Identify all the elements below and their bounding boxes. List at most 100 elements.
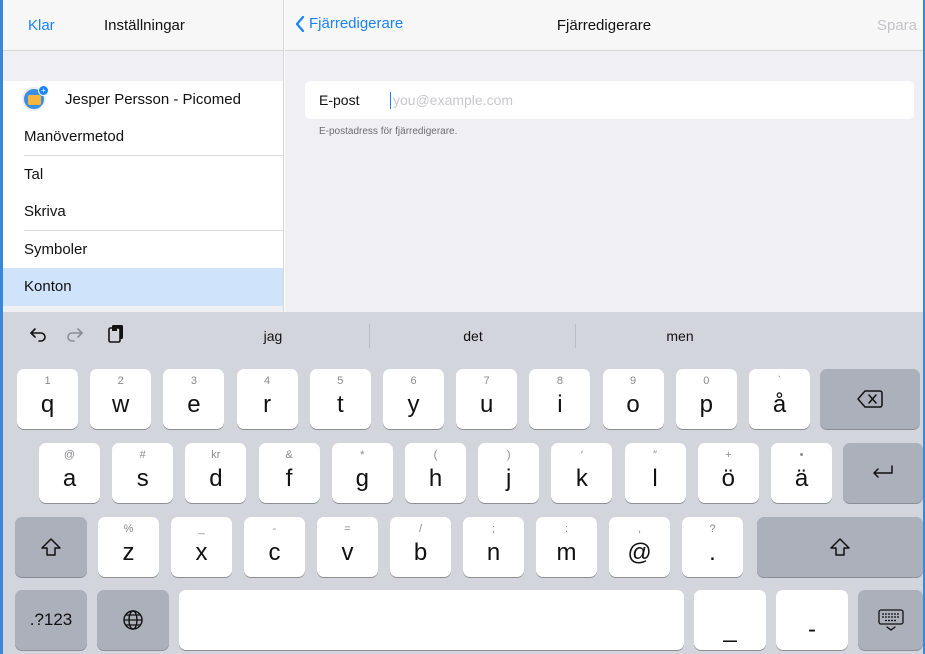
key-q[interactable]: 1q: [17, 369, 78, 429]
key-u[interactable]: 7u: [456, 369, 518, 429]
suggestion-1[interactable]: jag: [203, 328, 343, 344]
email-field[interactable]: [393, 90, 873, 110]
key-alt-label: ,: [637, 523, 642, 535]
key-o[interactable]: 9o: [602, 369, 664, 429]
numbers-key-label: .?123: [29, 610, 73, 629]
key-y[interactable]: 6y: [383, 369, 444, 429]
key-alt-label: :: [564, 523, 569, 535]
underscore-key[interactable]: _: [694, 590, 766, 650]
save-button[interactable]: Spara: [877, 17, 917, 34]
email-row: E-post: [305, 81, 914, 119]
key-m[interactable]: :m: [536, 517, 597, 577]
sidebar-item-manovermetod[interactable]: Manövermetod: [3, 118, 283, 156]
key-p[interactable]: 0p: [675, 369, 737, 429]
email-hint: E-postadress för fjärredigerare.: [319, 126, 458, 137]
sidebar-item-label: Konton: [24, 278, 72, 295]
onscreen-keyboard: jag det men 1 q 2 w 3 e 4 r 5 t 6 y 7 u 8 i 9 o 0 p ` å @ a # s k…: [3, 312, 923, 654]
space-key[interactable]: [179, 590, 684, 650]
key-label: ö: [721, 465, 735, 492]
sidebar-item-skriva[interactable]: Skriva: [3, 193, 283, 231]
key-alt-label: ): [506, 449, 511, 461]
key-alt-label: 0: [703, 375, 710, 387]
key-label: p: [699, 391, 713, 418]
key-alt-label: +: [725, 449, 732, 461]
suggestion-2[interactable]: det: [403, 328, 543, 344]
key-x[interactable]: _ x: [171, 517, 232, 577]
numbers-key[interactable]: .?123: [15, 590, 87, 650]
key-g[interactable]: * g: [331, 443, 393, 503]
key-.[interactable]: ?.: [682, 517, 743, 577]
backspace-key[interactable]: [820, 369, 920, 429]
sidebar-item-tal[interactable]: Tal: [3, 156, 283, 194]
key-k[interactable]: ′ k: [551, 443, 613, 503]
key-i[interactable]: 8i: [529, 369, 591, 429]
key-r[interactable]: 4r: [236, 369, 298, 429]
key-alt-label: ″: [653, 449, 658, 461]
account-avatar-icon: +: [22, 85, 49, 111]
globe-icon: [123, 610, 143, 630]
key-label: g: [355, 465, 369, 492]
hide-keyboard-icon: [877, 609, 904, 631]
sidebar-title: Inställningar: [104, 17, 185, 34]
key-d[interactable]: kr d: [185, 443, 247, 503]
hide-keyboard-key[interactable]: [858, 590, 923, 650]
key-t[interactable]: 5t: [309, 369, 371, 429]
key-label: a: [62, 465, 77, 492]
done-button[interactable]: Klar: [28, 17, 55, 34]
key-label: u: [480, 391, 494, 418]
sidebar-item-label: Manövermetod: [24, 128, 125, 145]
dash-key[interactable]: -: [776, 590, 848, 650]
sidebar-item-konton[interactable]: Konton: [3, 268, 283, 306]
email-label: E-post: [319, 92, 360, 108]
key-c[interactable]: -c: [244, 517, 305, 577]
key-alt-label: `: [777, 375, 782, 387]
key-alt-label: %: [123, 523, 134, 535]
sidebar-item-symboler[interactable]: Symboler: [3, 231, 283, 269]
key-label: n: [486, 539, 501, 566]
key-label: w: [112, 391, 130, 418]
undo-icon[interactable]: [29, 326, 47, 342]
globe-key[interactable]: [97, 590, 169, 650]
key-@[interactable]: , @: [609, 517, 670, 577]
key-label: .: [709, 539, 716, 566]
key-alt-label: •: [799, 449, 804, 461]
key-å[interactable]: ` å: [749, 369, 810, 429]
suggestion-3[interactable]: men: [610, 328, 750, 344]
key-j[interactable]: ) j: [478, 443, 540, 503]
key-label: r: [263, 391, 272, 418]
key-s[interactable]: # s: [112, 443, 174, 503]
key-alt-label: kr: [211, 449, 221, 461]
key-a[interactable]: @ a: [39, 443, 100, 503]
key-alt-label: &: [285, 449, 293, 461]
key-e[interactable]: 3e: [163, 369, 225, 429]
key-label: l: [652, 465, 658, 492]
sidebar-item-label: Skriva: [24, 203, 66, 220]
key-label: o: [626, 391, 640, 418]
key-label: i: [557, 391, 563, 418]
key-f[interactable]: & f: [258, 443, 320, 503]
key-ä[interactable]: • ä: [771, 443, 832, 503]
shift-left-key[interactable]: [15, 517, 87, 577]
key-label: y: [407, 391, 420, 418]
key-ö[interactable]: + ö: [697, 443, 759, 503]
key-w[interactable]: 2w: [90, 369, 152, 429]
key-alt-label: *: [360, 449, 365, 461]
account-cell[interactable]: + Jesper Persson - Picomed: [3, 81, 283, 119]
paste-icon[interactable]: [107, 324, 125, 344]
key-label: v: [341, 539, 354, 566]
return-icon: [873, 465, 893, 478]
key-n[interactable]: ; n: [463, 517, 524, 577]
key-b[interactable]: / b: [390, 517, 451, 577]
key-z[interactable]: % z: [98, 517, 159, 577]
redo-icon[interactable]: [66, 326, 84, 342]
key-v[interactable]: = v: [317, 517, 378, 577]
return-key[interactable]: [843, 443, 923, 503]
key-label: @: [627, 539, 652, 566]
key-label: f: [285, 465, 293, 492]
key-h[interactable]: (h: [405, 443, 466, 503]
key-l[interactable]: ″ l: [624, 443, 686, 503]
text-cursor: [390, 92, 391, 109]
shift-right-key[interactable]: [757, 517, 923, 577]
key-alt-label: 1: [44, 375, 51, 387]
key-label: e: [187, 391, 201, 418]
